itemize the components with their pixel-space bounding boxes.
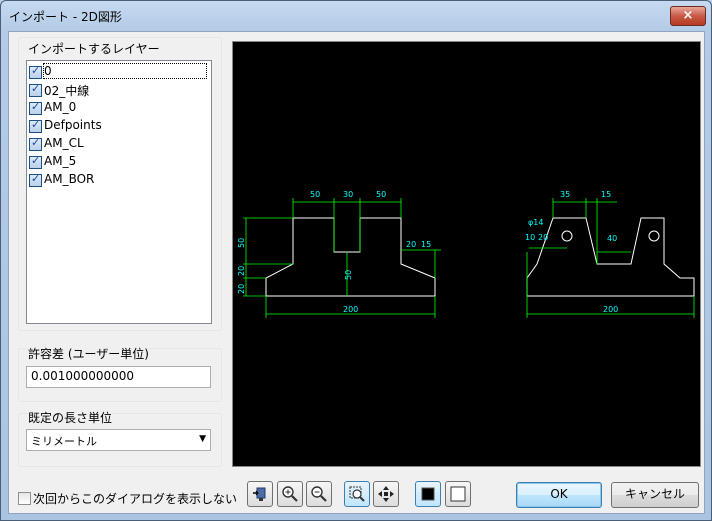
layer-import-icon [253, 487, 266, 501]
black-background-button[interactable] [415, 481, 441, 507]
dim-text: 20 [237, 266, 246, 276]
pan-button[interactable] [373, 481, 399, 507]
close-button[interactable]: × [670, 6, 706, 26]
title-bar[interactable]: インポート - 2D図形 × [1, 1, 711, 31]
right-part-outline [526, 217, 695, 297]
layer-name: AM_CL [44, 136, 84, 150]
dim-text: 50 [237, 238, 246, 248]
tolerance-label: 許容差 (ユーザー単位) [28, 345, 149, 362]
right-dimension-lines [526, 198, 695, 318]
dim-text: 200 [343, 305, 358, 314]
dim-text: 20 [237, 284, 246, 294]
layer-name: AM_BOR [44, 172, 95, 186]
left-dimension-lines [243, 198, 441, 318]
check-icon: ✓ [31, 82, 41, 95]
layer-checkbox[interactable]: ✓ [29, 172, 42, 187]
layer-item[interactable]: ✓ 02_中線 [29, 81, 207, 99]
layer-checkbox[interactable]: ✓ [29, 136, 42, 151]
dim-text: 20 [406, 240, 416, 249]
check-icon: ✓ [31, 154, 41, 167]
layer-item[interactable]: ✓ AM_0 [29, 99, 207, 117]
dim-text: 10 [525, 233, 535, 242]
dont-show-label[interactable]: 次回からこのダイアログを表示しない [33, 490, 237, 507]
dont-show-checkbox[interactable] [18, 492, 31, 505]
tolerance-input[interactable] [31, 369, 201, 383]
dim-text: 50 [344, 270, 353, 280]
zoom-window-button[interactable] [344, 481, 370, 507]
left-part-outline [265, 217, 436, 297]
dialog-client: インポートするレイヤー ✓ 0 ✓ 02_中線 ✓ AM_0 ✓ Defpoints ✓ AM_C… [8, 31, 705, 514]
chevron-down-icon: ▼ [199, 434, 206, 444]
layer-checkbox[interactable]: ✓ [29, 118, 42, 133]
layer-item[interactable]: ✓ AM_5 [29, 153, 207, 171]
tolerance-field[interactable] [26, 366, 211, 388]
layer-item[interactable]: ✓ 0 [29, 63, 207, 81]
close-icon: × [682, 8, 694, 23]
layer-checkbox[interactable]: ✓ [29, 154, 42, 169]
dim-text: φ14 [528, 218, 543, 227]
white-background-icon [450, 486, 466, 502]
cancel-button[interactable]: キャンセル [611, 482, 699, 508]
check-icon: ✓ [31, 118, 41, 131]
layer-name: AM_0 [44, 100, 77, 114]
layer-checkbox[interactable]: ✓ [29, 64, 42, 79]
dim-text: 20 [538, 233, 548, 242]
layer-checkbox[interactable]: ✓ [29, 100, 42, 115]
black-background-icon [421, 487, 435, 501]
check-icon: ✓ [31, 136, 41, 149]
dim-text: 40 [607, 234, 617, 243]
dim-text: 200 [603, 305, 618, 314]
dialog-window: インポート - 2D図形 × インポートするレイヤー ✓ 0 ✓ 02_中線 ✓ AM_0… [0, 0, 712, 521]
length-unit-value: ミリメートル [31, 435, 97, 448]
layer-item[interactable]: ✓ Defpoints [29, 117, 207, 135]
pan-icon [378, 486, 394, 502]
white-background-button[interactable] [445, 481, 471, 507]
layer-name: Defpoints [44, 118, 102, 132]
zoom-out-icon [311, 486, 327, 502]
zoom-window-icon [349, 486, 365, 502]
layer-name: AM_5 [44, 154, 77, 168]
dim-text: 15 [601, 190, 611, 199]
check-icon: ✓ [31, 64, 41, 77]
window-title: インポート - 2D図形 [9, 10, 122, 24]
layer-list[interactable]: ✓ 0 ✓ 02_中線 ✓ AM_0 ✓ Defpoints ✓ AM_CL ✓ AM_5 ✓ AM_BO… [26, 60, 212, 324]
dim-text: 30 [343, 190, 353, 199]
zoom-in-icon [282, 486, 298, 502]
layer-item[interactable]: ✓ AM_CL [29, 135, 207, 153]
check-icon: ✓ [31, 100, 41, 113]
layer-checkbox[interactable]: ✓ [29, 82, 42, 97]
layer-name: 0 [43, 63, 207, 79]
dim-text: 35 [560, 190, 570, 199]
layer-import-button[interactable] [247, 481, 273, 507]
length-unit-label: 既定の長さ単位 [28, 409, 113, 426]
dim-text: 50 [376, 190, 386, 199]
layer-item[interactable]: ✓ AM_BOR [29, 171, 207, 189]
layer-name: 02_中線 [44, 84, 90, 98]
right-part-hole-right [648, 230, 660, 242]
ok-button[interactable]: OK [516, 482, 602, 508]
zoom-in-button[interactable] [277, 481, 303, 507]
right-part-hole-left [561, 230, 573, 242]
dim-text: 15 [421, 240, 431, 249]
layers-group-label: インポートするレイヤー [28, 42, 160, 56]
check-icon: ✓ [31, 172, 41, 185]
preview-canvas[interactable]: 50 30 50 50 20 20 20 15 50 200 35 15 φ14… [232, 41, 701, 467]
dim-text: 50 [310, 190, 320, 199]
length-unit-select[interactable]: ミリメートル ▼ [26, 429, 211, 451]
drawing-svg: 50 30 50 50 20 20 20 15 50 200 35 15 φ14… [237, 190, 695, 318]
zoom-out-button[interactable] [306, 481, 332, 507]
